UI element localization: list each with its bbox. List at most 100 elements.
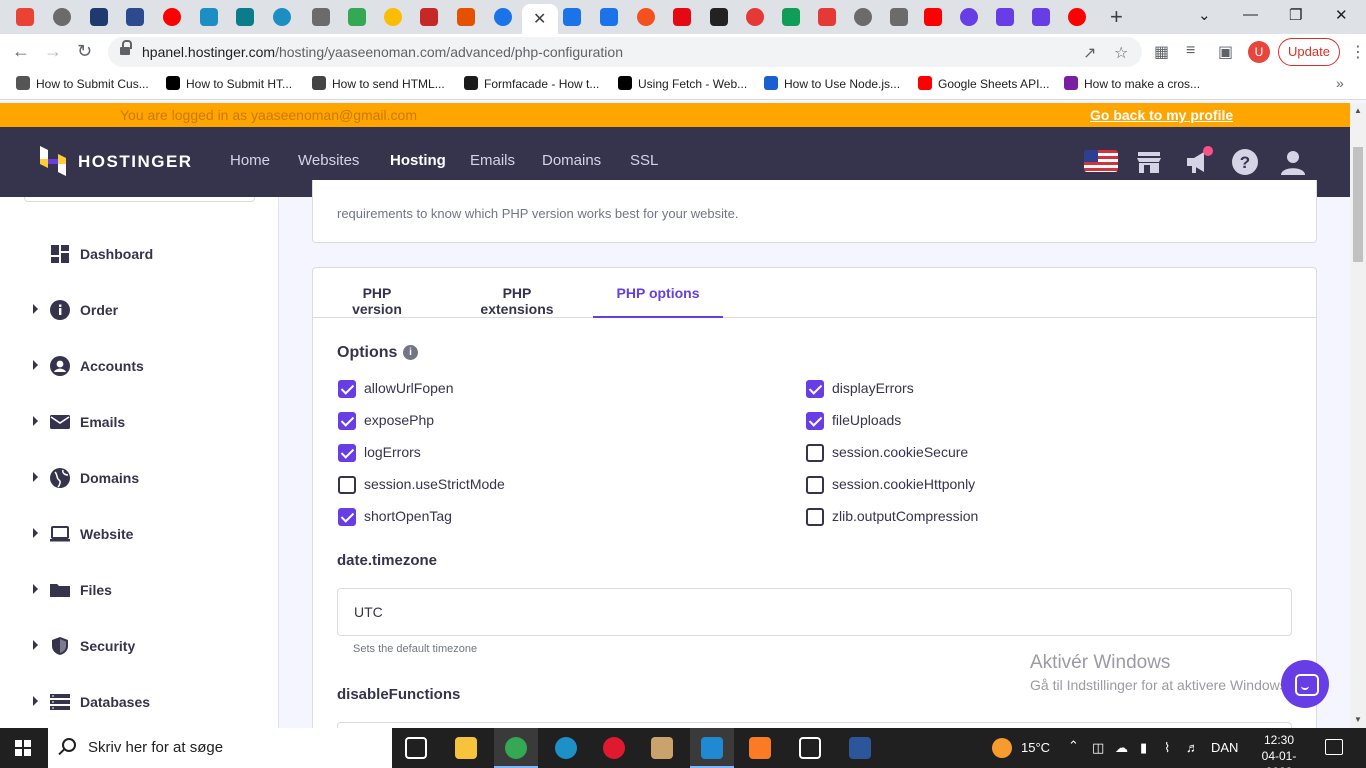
lock-icon[interactable] — [120, 40, 132, 57]
store-icon[interactable] — [1136, 149, 1162, 175]
maximize-button[interactable]: ❐ — [1289, 6, 1302, 24]
bookmark-item[interactable]: How to Submit Cus... — [16, 76, 149, 91]
taskbar-app-settings[interactable] — [788, 728, 832, 768]
browser-tab-favicon[interactable] — [126, 8, 144, 26]
notification-center-icon[interactable] — [1325, 739, 1343, 755]
bookmark-item[interactable]: How to Submit HT... — [166, 76, 292, 91]
taskbar-app-opera[interactable] — [592, 728, 636, 768]
tray-language[interactable]: DAN — [1211, 740, 1238, 755]
browser-tab-favicon[interactable] — [637, 8, 655, 26]
caret-right-icon[interactable] — [33, 472, 38, 482]
option-checkbox[interactable] — [338, 508, 356, 526]
taskbar-app-xampp[interactable] — [738, 728, 782, 768]
weather-sun-icon[interactable] — [992, 738, 1012, 758]
tab-php-options[interactable]: PHP options — [593, 268, 723, 318]
nav-hosting[interactable]: Hosting — [390, 152, 446, 169]
tray-battery-icon[interactable]: ▮ — [1140, 740, 1147, 756]
forward-arrow-icon[interactable]: → — [44, 41, 62, 62]
tray-volume-icon[interactable]: ♬ — [1186, 740, 1199, 755]
bookmark-item[interactable]: How to make a cros... — [1064, 76, 1200, 91]
menu-kebab-icon[interactable]: ⋮ — [1350, 42, 1366, 62]
browser-tab-favicon[interactable] — [16, 8, 34, 26]
browser-tab-favicon[interactable] — [563, 8, 581, 26]
page-scrollbar[interactable]: ▲ ▼ — [1350, 103, 1366, 728]
us-flag-icon[interactable] — [1084, 150, 1118, 172]
browser-tab-favicon[interactable] — [457, 8, 475, 26]
browser-tab-favicon[interactable] — [1032, 8, 1050, 26]
sidebar-item-order[interactable]: Order — [0, 290, 278, 330]
caret-right-icon[interactable] — [33, 304, 38, 314]
scroll-down-arrow-icon[interactable]: ▼ — [1354, 715, 1362, 724]
reading-list-icon[interactable]: ≡ — [1186, 42, 1195, 60]
scrollbar-thumb[interactable] — [1353, 147, 1363, 262]
user-account-icon[interactable] — [1280, 149, 1306, 175]
scroll-up-arrow-icon[interactable]: ▲ — [1354, 106, 1362, 115]
nav-websites[interactable]: Websites — [298, 152, 359, 169]
taskbar-app-task-view[interactable] — [394, 728, 438, 768]
browser-tab-favicon[interactable] — [494, 8, 512, 26]
browser-tab-favicon[interactable] — [200, 8, 218, 26]
close-tab-icon[interactable]: ✕ — [533, 9, 546, 29]
tab-php-extensions[interactable]: PHP extensions — [465, 268, 569, 318]
url-text[interactable]: hpanel.hostinger.com/hosting/yaaseenoman… — [142, 44, 623, 60]
timezone-input[interactable] — [337, 588, 1292, 636]
browser-tab-favicon[interactable] — [996, 8, 1014, 26]
browser-tab-favicon[interactable] — [924, 8, 942, 26]
taskbar-app-paint[interactable] — [640, 728, 684, 768]
tab-php-version[interactable]: PHP version — [337, 268, 417, 318]
taskbar-clock[interactable]: 12:30 04-01-2023 — [1249, 732, 1309, 768]
browser-tab-favicon[interactable] — [782, 8, 800, 26]
caret-right-icon[interactable] — [33, 640, 38, 650]
hostinger-logo-icon[interactable] — [40, 146, 66, 176]
browser-tab-favicon[interactable] — [960, 8, 978, 26]
browser-tab-favicon[interactable] — [236, 8, 254, 26]
browser-tab-favicon[interactable] — [384, 8, 402, 26]
new-tab-button[interactable]: + — [1110, 4, 1123, 30]
nav-ssl[interactable]: SSL — [630, 152, 658, 169]
extensions-puzzle-icon[interactable]: ▦ — [1154, 42, 1169, 62]
logo-text[interactable]: HOSTINGER — [78, 152, 193, 172]
browser-tab-favicon[interactable] — [673, 8, 691, 26]
caret-right-icon[interactable] — [33, 696, 38, 706]
active-browser-tab[interactable]: ✕ — [522, 4, 558, 34]
browser-tab-favicon[interactable] — [348, 8, 366, 26]
browser-tab-favicon[interactable] — [1068, 8, 1086, 26]
browser-tab-favicon[interactable] — [273, 8, 291, 26]
windows-start-icon[interactable] — [15, 740, 31, 756]
update-button[interactable]: Update — [1278, 38, 1340, 66]
address-bar[interactable]: hpanel.hostinger.com/hosting/yaaseenoman… — [108, 37, 1142, 67]
option-checkbox[interactable] — [338, 412, 356, 430]
option-checkbox[interactable] — [806, 380, 824, 398]
live-chat-button[interactable] — [1281, 660, 1329, 708]
taskbar-app-edge[interactable] — [544, 728, 588, 768]
nav-emails[interactable]: Emails — [470, 152, 515, 169]
share-icon[interactable]: ↗ — [1083, 43, 1096, 63]
window-close-button[interactable]: ✕ — [1335, 6, 1348, 24]
option-checkbox[interactable] — [806, 476, 824, 494]
caret-right-icon[interactable] — [33, 360, 38, 370]
taskbar-app-chrome[interactable] — [494, 728, 538, 768]
minimize-button[interactable]: — — [1243, 6, 1258, 23]
back-arrow-icon[interactable]: ← — [12, 41, 30, 62]
browser-tab-favicon[interactable] — [53, 8, 71, 26]
option-checkbox[interactable] — [338, 476, 356, 494]
taskbar-app-vscode[interactable] — [690, 728, 734, 768]
browser-tab-favicon[interactable] — [710, 8, 728, 26]
option-checkbox[interactable] — [806, 412, 824, 430]
sidebar-item-website[interactable]: Website — [0, 514, 278, 554]
tab-search-icon[interactable]: ⌄ — [1198, 6, 1211, 24]
browser-tab-favicon[interactable] — [746, 8, 764, 26]
browser-tab-favicon[interactable] — [90, 8, 108, 26]
help-icon[interactable]: ? — [1232, 149, 1258, 175]
nav-home[interactable]: Home — [230, 152, 270, 169]
info-icon[interactable]: i — [403, 345, 418, 360]
weather-temperature[interactable]: 15°C — [1021, 740, 1050, 755]
sidebar-search-input[interactable] — [24, 197, 255, 202]
bookmarks-overflow-icon[interactable]: » — [1336, 75, 1344, 91]
side-panel-icon[interactable]: ▣ — [1218, 42, 1233, 62]
option-checkbox[interactable] — [338, 444, 356, 462]
option-checkbox[interactable] — [806, 508, 824, 526]
bookmark-item[interactable]: Formfacade - How t... — [464, 76, 599, 91]
reload-icon[interactable]: ↻ — [77, 41, 92, 62]
bookmark-item[interactable]: Using Fetch - Web... — [618, 76, 747, 91]
